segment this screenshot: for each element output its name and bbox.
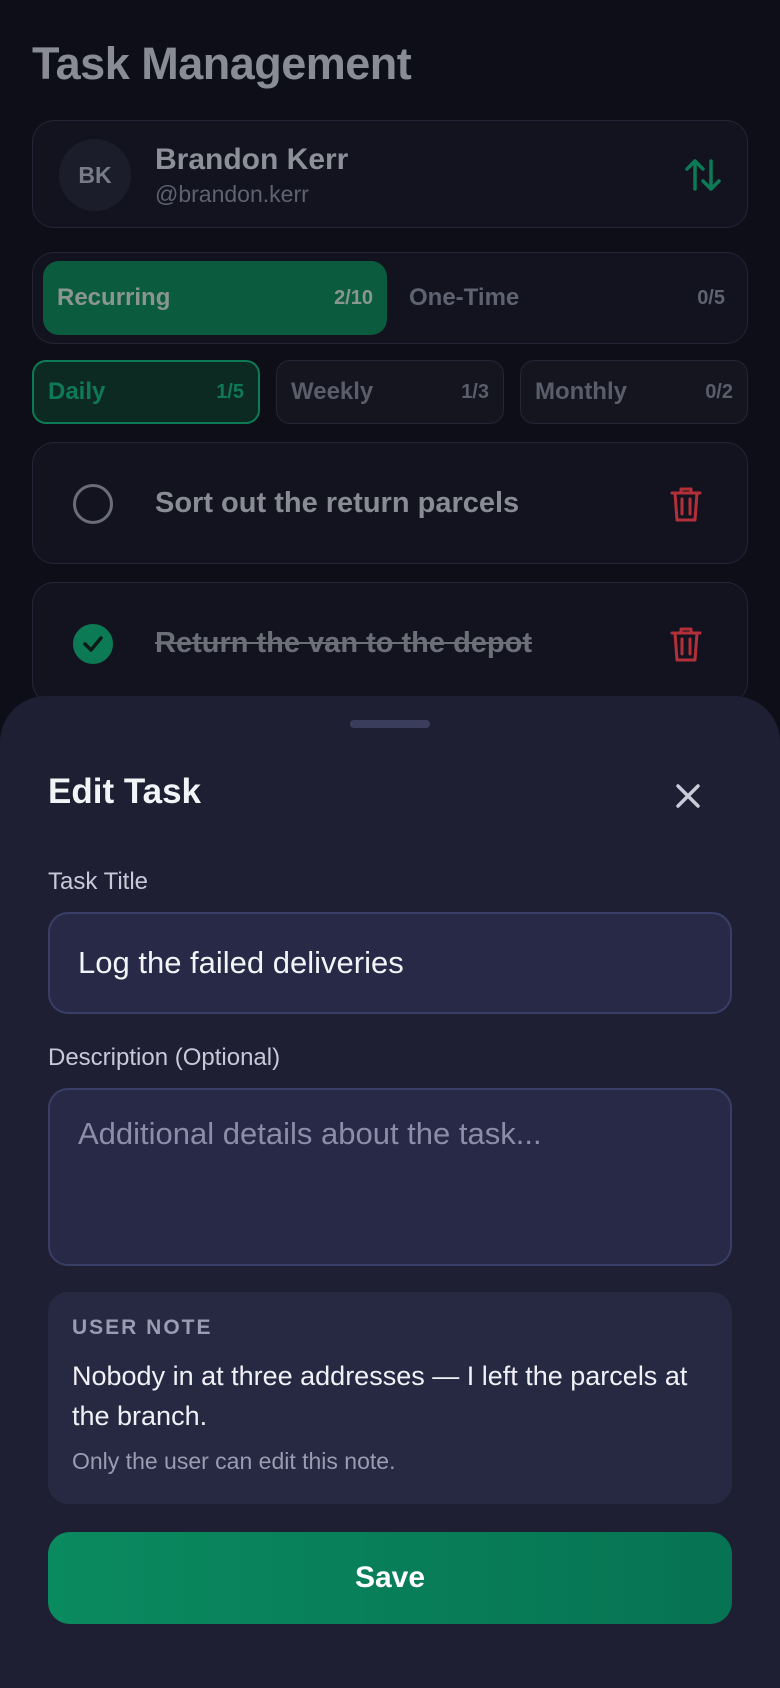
user-note-caption: Only the user can edit this note.	[72, 1448, 396, 1474]
user-name: Brandon Kerr	[155, 143, 349, 176]
page-title: Task Management	[32, 38, 412, 89]
user-card[interactable]: BK Brandon Kerr @brandon.kerr	[32, 120, 748, 228]
period-tab-weekly[interactable]: Weekly 1/3	[276, 360, 504, 424]
period-label: Daily	[48, 378, 106, 405]
check-icon	[83, 636, 103, 652]
segment-one-time[interactable]: One-Time 0/5	[395, 261, 739, 335]
period-count: 1/3	[461, 380, 489, 403]
segment-recurring[interactable]: Recurring 2/10	[43, 261, 387, 335]
sheet-title: Edit Task	[48, 772, 202, 811]
task-text: Sort out the return parcels	[155, 487, 520, 519]
user-note-text: Nobody in at three addresses — I left th…	[72, 1361, 688, 1431]
close-icon	[676, 784, 700, 808]
task-title-label: Task Title	[48, 868, 149, 895]
segment-count: 2/10	[334, 286, 373, 309]
sheet-drag-handle[interactable]	[350, 720, 430, 728]
task-management-screen: Task Management BK Brandon Kerr @brandon…	[0, 0, 780, 1688]
user-note-heading: USER NOTE	[72, 1316, 213, 1339]
segment-label: One-Time	[409, 284, 520, 311]
segment-count: 0/5	[697, 286, 725, 309]
trash-icon[interactable]	[669, 625, 703, 663]
period-count: 0/2	[705, 380, 733, 403]
description-input[interactable]	[48, 1088, 732, 1266]
edit-task-sheet: Edit Task Task Title Description (Option…	[0, 696, 780, 1688]
user-note-panel: USER NOTE Nobody in at three addresses —…	[48, 1292, 732, 1504]
segment-label: Recurring	[57, 284, 171, 311]
save-button[interactable]: Save	[48, 1532, 732, 1624]
task-type-switcher: Recurring 2/10 One-Time 0/5	[32, 252, 748, 344]
task-checkbox[interactable]	[73, 624, 113, 664]
user-handle: @brandon.kerr	[155, 181, 309, 207]
avatar: BK	[59, 139, 131, 211]
trash-icon[interactable]	[669, 485, 703, 523]
period-tab-daily[interactable]: Daily 1/5	[32, 360, 260, 424]
task-item[interactable]: Return the van to the depot	[32, 582, 748, 704]
task-text: Return the van to the depot	[155, 627, 532, 659]
period-count: 1/5	[216, 380, 244, 403]
description-label: Description (Optional)	[48, 1044, 281, 1071]
period-label: Weekly	[291, 378, 374, 405]
task-title-input[interactable]	[48, 912, 732, 1014]
close-button[interactable]	[664, 772, 712, 820]
task-checkbox[interactable]	[73, 484, 113, 524]
period-tab-monthly[interactable]: Monthly 0/2	[520, 360, 748, 424]
task-item[interactable]: Sort out the return parcels	[32, 442, 748, 564]
sort-arrows-icon[interactable]	[683, 155, 723, 195]
period-label: Monthly	[535, 378, 627, 405]
